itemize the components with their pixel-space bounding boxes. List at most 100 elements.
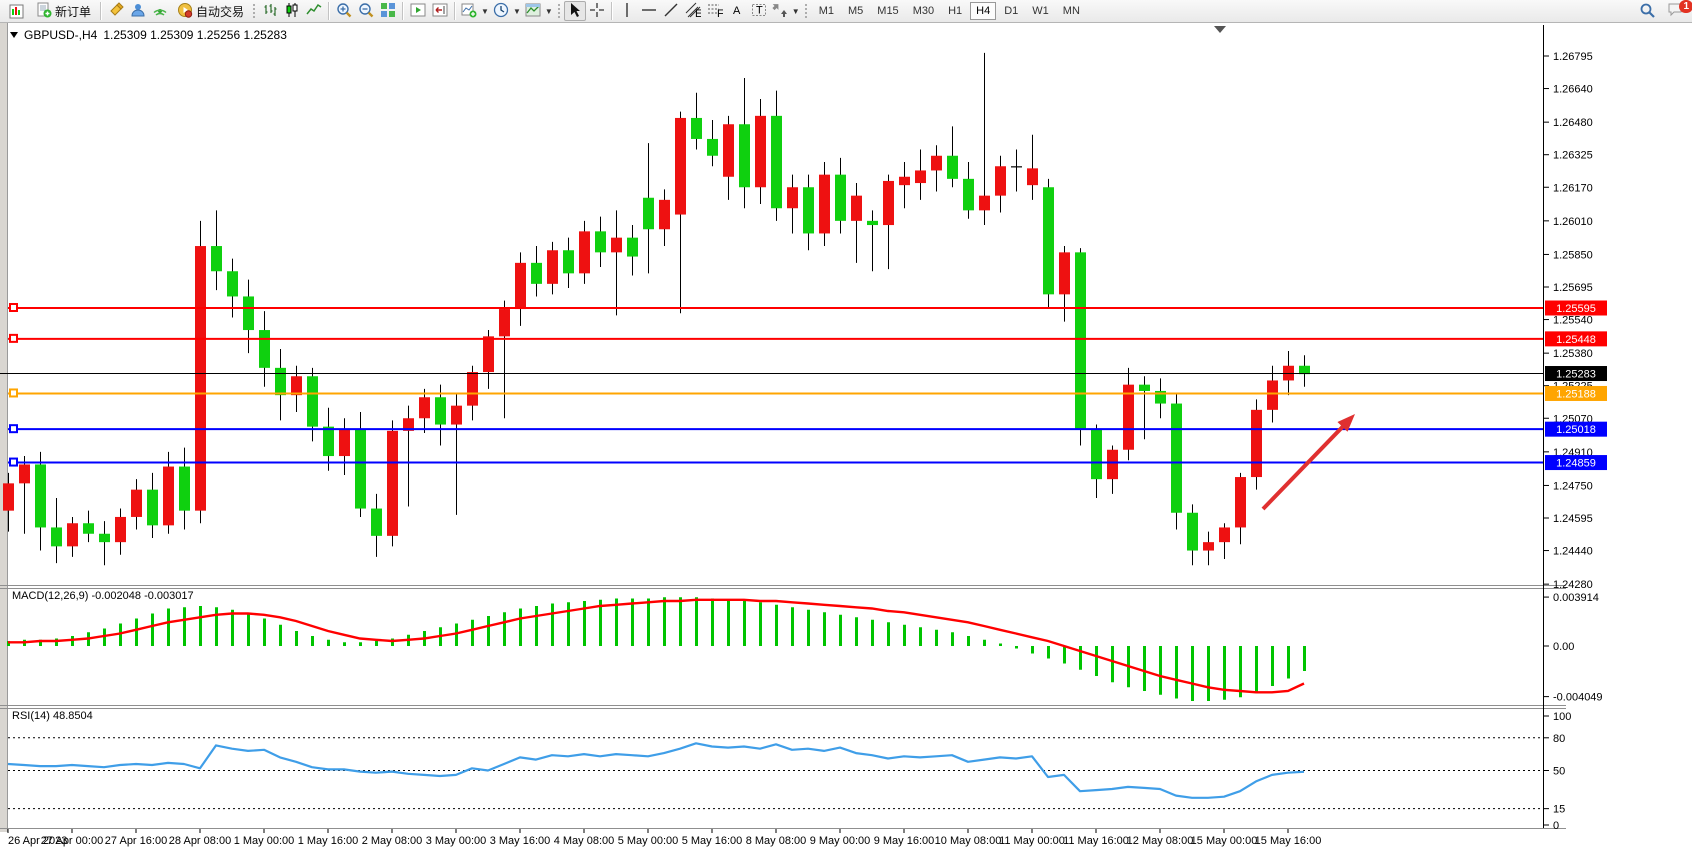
community-button[interactable] <box>127 1 149 21</box>
y-axis-label: 1.25850 <box>1553 249 1593 261</box>
indicators-button[interactable]: ▼ <box>459 1 491 21</box>
fibonacci-icon: F <box>707 2 723 21</box>
chart-background <box>0 23 1692 855</box>
timeframe-button-m1[interactable]: M1 <box>813 2 840 20</box>
candlestick-icon <box>284 2 300 21</box>
x-axis-label: 3 May 16:00 <box>490 835 551 847</box>
channel-button[interactable]: E <box>682 1 704 21</box>
macd-axis-label: 0.00 <box>1553 641 1574 653</box>
text-button[interactable]: A <box>726 1 748 21</box>
x-axis-label: 15 May 16:00 <box>1255 835 1322 847</box>
bar-chart-icon <box>262 2 278 21</box>
x-axis-label: 27 Apr 16:00 <box>105 835 167 847</box>
timeframe-button-m15[interactable]: M15 <box>871 2 904 20</box>
y-axis-label: 1.24280 <box>1553 579 1593 591</box>
arrows-button[interactable]: ▼ <box>770 1 802 21</box>
chevron-down-icon: ▼ <box>545 7 553 16</box>
label-button[interactable]: T <box>748 1 770 21</box>
x-axis-label: 27 Apr 00:00 <box>41 835 103 847</box>
macd-axis-label: 0.003914 <box>1553 592 1599 604</box>
template-button[interactable]: ▼ <box>523 1 555 21</box>
rsi-axis-label: 0 <box>1553 820 1559 832</box>
x-axis-label: 28 Apr 08:00 <box>169 835 231 847</box>
x-axis-label: 15 May 00:00 <box>1191 835 1258 847</box>
template-icon <box>525 2 541 21</box>
new-order-label: 新订单 <box>55 3 91 20</box>
x-axis-label: 11 May 00:00 <box>999 835 1065 847</box>
x-axis-label: 10 May 08:00 <box>935 835 1002 847</box>
x-axis-label: 1 May 00:00 <box>234 835 295 847</box>
timeframe-button-h1[interactable]: H1 <box>942 2 968 20</box>
signals-button[interactable] <box>149 1 171 21</box>
timeframe-button-d1[interactable]: D1 <box>998 2 1024 20</box>
x-axis-label: 5 May 00:00 <box>618 835 679 847</box>
x-axis-label: 5 May 16:00 <box>682 835 743 847</box>
x-axis-label: 9 May 00:00 <box>810 835 871 847</box>
y-axis-label: 1.25380 <box>1553 348 1593 360</box>
timeframe-button-m5[interactable]: M5 <box>842 2 869 20</box>
price-tag: 1.25595 <box>1556 303 1596 315</box>
chart-shift-button[interactable] <box>429 1 451 21</box>
y-axis-label: 1.24750 <box>1553 480 1593 492</box>
horizontal-line-button[interactable] <box>638 1 660 21</box>
y-axis-label: 1.25540 <box>1553 315 1593 327</box>
toolbar-drag-handle[interactable] <box>557 3 562 19</box>
collapse-triangle-icon[interactable] <box>10 32 18 38</box>
price-tag: 1.25188 <box>1556 388 1596 400</box>
auto-trading-button[interactable]: 自动交易 <box>171 1 250 21</box>
x-axis-label: 8 May 08:00 <box>746 835 807 847</box>
fibonacci-button[interactable]: F <box>704 1 726 21</box>
toolbar-drag-handle[interactable] <box>252 3 257 19</box>
line-chart-icon <box>306 2 322 21</box>
tile-windows-button[interactable] <box>377 1 399 21</box>
bar-chart-button[interactable] <box>259 1 281 21</box>
periods-button[interactable]: ▼ <box>491 1 523 21</box>
new-order-button[interactable]: 新订单 <box>30 1 97 21</box>
toolbar-drag-handle[interactable] <box>804 3 809 19</box>
chart-canvas[interactable]: 1.267951.266401.264801.263251.261701.260… <box>0 0 1692 855</box>
signals-icon <box>152 2 168 21</box>
crosshair-button[interactable] <box>586 1 608 21</box>
text-icon: A <box>729 2 745 21</box>
rsi-axis-label: 50 <box>1553 766 1565 778</box>
y-axis-label: 1.25695 <box>1553 282 1593 294</box>
zoom-in-button[interactable] <box>333 1 355 21</box>
search-button[interactable] <box>1636 2 1658 22</box>
y-axis-label: 1.26640 <box>1553 84 1593 96</box>
price-tag: 1.25448 <box>1556 334 1596 346</box>
y-axis-label: 1.26010 <box>1553 216 1593 228</box>
x-axis-label: 3 May 00:00 <box>426 835 487 847</box>
svg-text:E: E <box>695 8 701 18</box>
chevron-down-icon: ▼ <box>792 7 800 16</box>
new-order-icon <box>36 2 52 21</box>
rsi-axis-label: 80 <box>1553 733 1565 745</box>
svg-text:A: A <box>733 5 741 17</box>
timeframe-button-m30[interactable]: M30 <box>907 2 940 20</box>
vertical-line-button[interactable] <box>616 1 638 21</box>
candlestick-button[interactable] <box>281 1 303 21</box>
y-axis-label: 1.24440 <box>1553 546 1593 558</box>
line-chart-button[interactable] <box>303 1 325 21</box>
autoscroll-button[interactable] <box>407 1 429 21</box>
price-tag: 1.24859 <box>1556 458 1596 470</box>
timeframe-button-h4[interactable]: H4 <box>970 2 996 20</box>
x-axis-label: 4 May 08:00 <box>554 835 615 847</box>
timeframe-button-w1[interactable]: W1 <box>1026 2 1055 20</box>
label-icon: T <box>751 2 767 21</box>
chart-title: GBPUSD-,H4 1.25309 1.25309 1.25256 1.252… <box>10 28 287 42</box>
notification-badge[interactable]: 1 <box>1679 0 1692 13</box>
x-axis-label: 11 May 16:00 <box>1063 835 1129 847</box>
chart-shift-icon <box>432 2 448 21</box>
timeframe-button-mn[interactable]: MN <box>1057 2 1086 20</box>
periods-icon <box>493 2 509 21</box>
chevron-down-icon: ▼ <box>513 7 521 16</box>
ohlc-values: 1.25309 1.25309 1.25256 1.25283 <box>103 28 287 42</box>
horizontal-line-icon <box>641 2 657 21</box>
autotrade-icon <box>177 2 193 21</box>
broom-button[interactable] <box>105 1 127 21</box>
toolbar-separator <box>402 2 404 20</box>
svg-text:T: T <box>756 4 763 16</box>
cursor-button[interactable] <box>564 1 586 21</box>
trendline-button[interactable] <box>660 1 682 21</box>
zoom-out-button[interactable] <box>355 1 377 21</box>
